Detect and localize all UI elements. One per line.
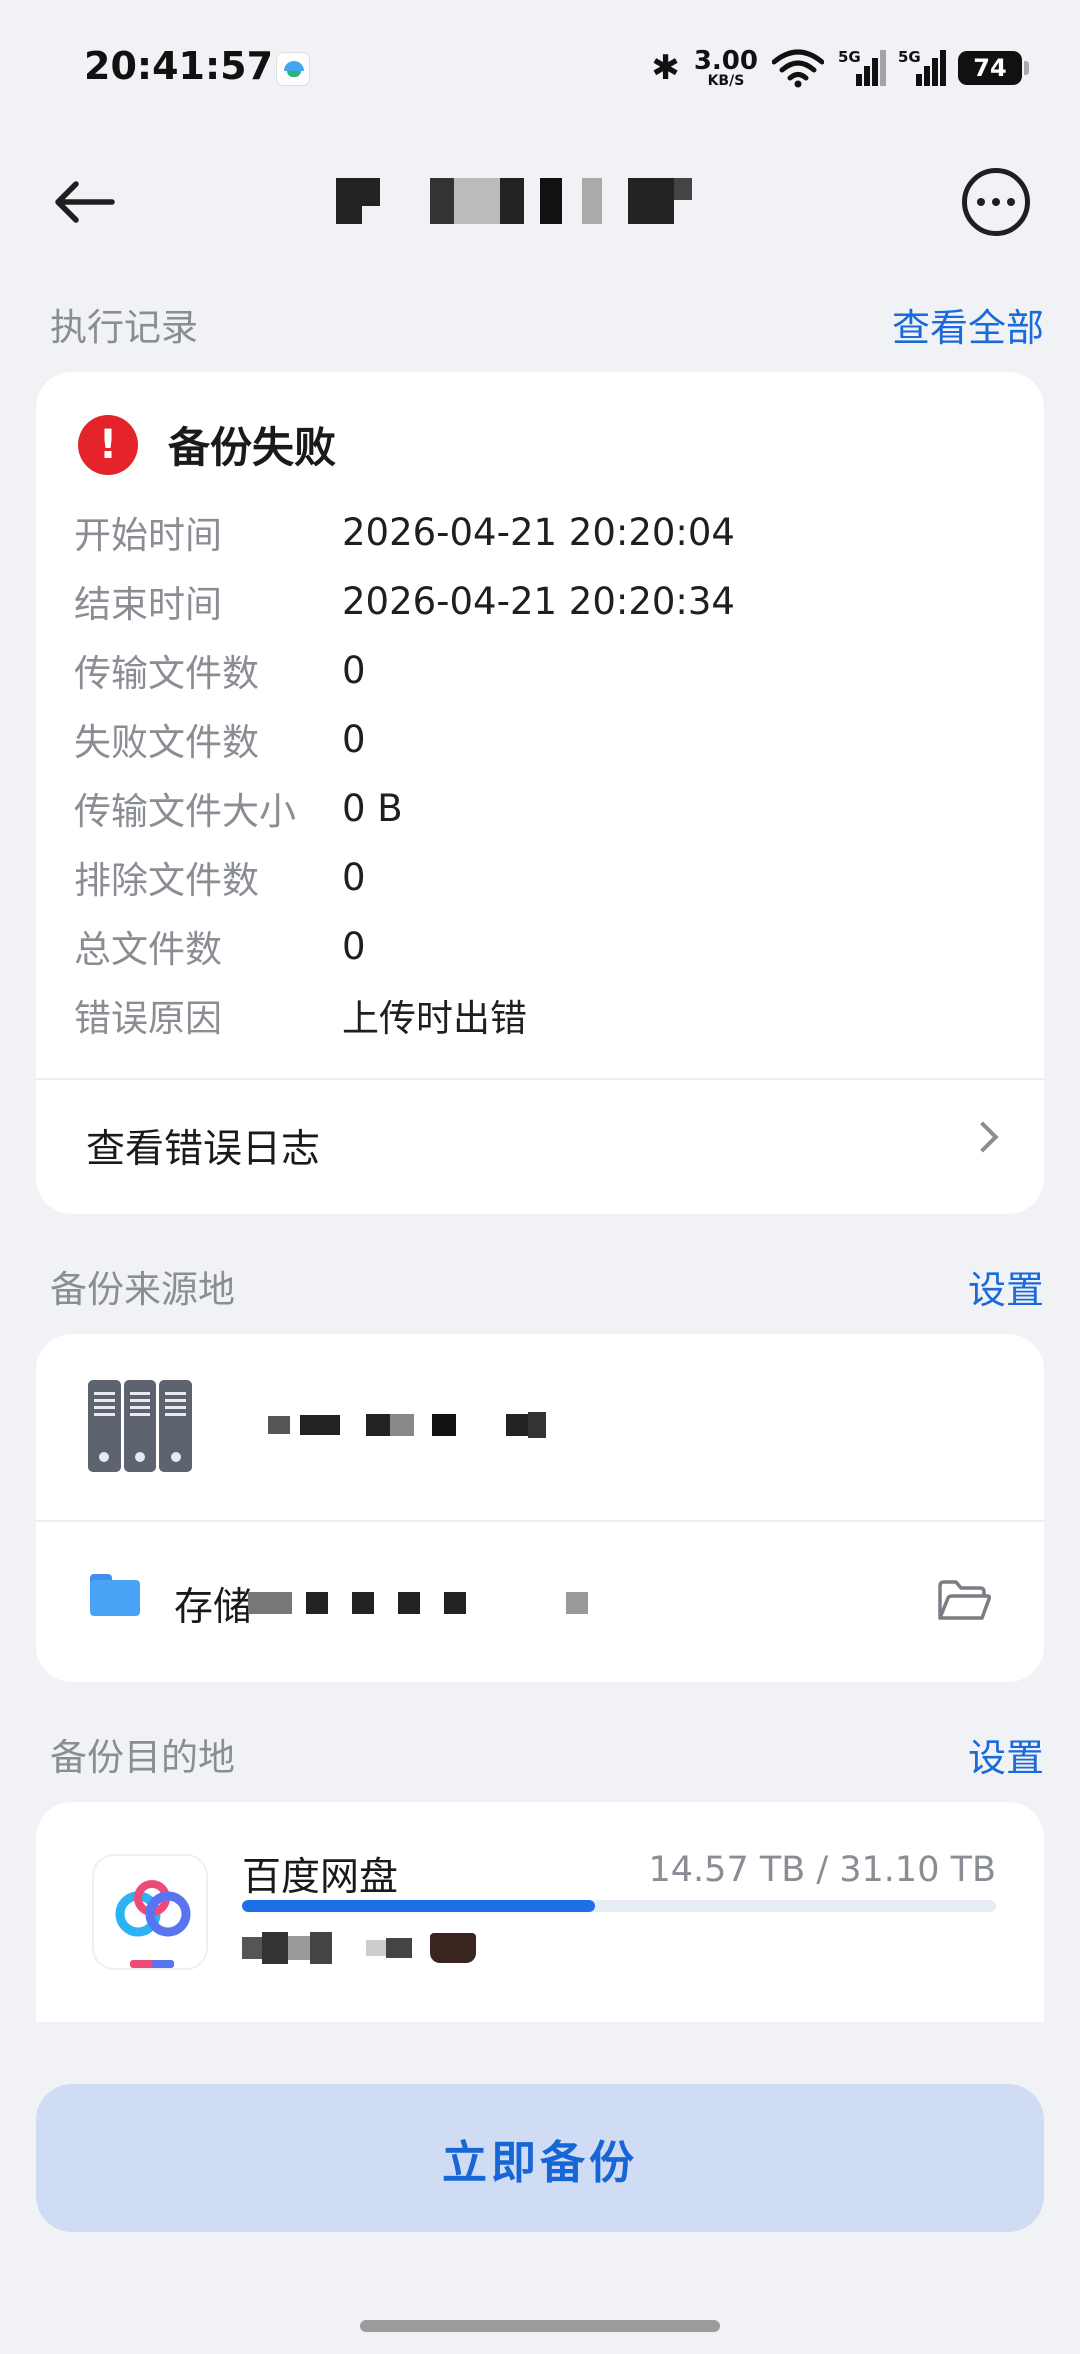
folder-icon xyxy=(90,1574,140,1616)
top-app-bar xyxy=(0,140,1080,256)
field-value: 2026-04-21 20:20:04 xyxy=(342,510,735,554)
field-label: 失败文件数 xyxy=(74,721,259,764)
backup-now-button[interactable]: 立即备份 xyxy=(36,2084,1044,2232)
baidu-netdisk-logo xyxy=(92,1854,208,1970)
battery-icon: 74 xyxy=(958,51,1029,85)
backup-status-row: ! 备份失败 xyxy=(78,414,336,475)
folder-open-icon[interactable] xyxy=(936,1578,992,1624)
page-title-redacted xyxy=(336,178,756,224)
destination-section-title: 备份目的地 xyxy=(50,1736,235,1779)
status-time: 20:41:57 xyxy=(84,44,274,88)
backup-status-text: 备份失败 xyxy=(168,423,337,472)
field-label: 排除文件数 xyxy=(74,859,259,902)
field-label: 开始时间 xyxy=(74,514,222,557)
storage-quota: 14.57 TB / 31.10 TB xyxy=(648,1850,996,1890)
field-label: 传输文件大小 xyxy=(74,790,296,833)
error-log-label: 查看错误日志 xyxy=(86,1127,321,1172)
wifi-icon xyxy=(772,49,824,88)
nas-server-icon xyxy=(88,1380,193,1472)
chevron-right-icon xyxy=(967,1121,999,1153)
more-dot xyxy=(992,198,1000,206)
destination-section-header: 备份目的地 设置 xyxy=(50,1724,1044,1784)
storage-usage-bar xyxy=(242,1900,996,1912)
source-folder-row[interactable]: 存储 xyxy=(36,1522,1044,1682)
field-excluded-files: 排除文件数 0 xyxy=(74,849,366,905)
home-indicator[interactable] xyxy=(360,2320,720,2332)
field-error-reason: 错误原因 上传时出错 xyxy=(74,987,527,1043)
back-arrow-icon xyxy=(55,181,115,223)
more-dot xyxy=(977,198,985,206)
field-transfer-size: 传输文件大小 0 B xyxy=(74,780,403,836)
cell-signal-icon: 5G xyxy=(838,48,886,88)
field-end-time: 结束时间 2026-04-21 20:20:34 xyxy=(74,573,735,629)
field-value: 0 xyxy=(342,717,366,761)
field-label: 总文件数 xyxy=(74,928,222,971)
source-folder-path: 存储 xyxy=(174,1585,253,1630)
network-speed: 3.00 KB/S xyxy=(694,48,758,88)
execution-section-title: 执行记录 xyxy=(50,306,198,349)
field-value: 0 xyxy=(342,648,366,692)
signal-type-label-2: 5G xyxy=(898,48,921,66)
error-log-row[interactable]: 查看错误日志 xyxy=(36,1080,1044,1208)
account-name-redacted xyxy=(242,1928,476,1968)
destination-settings-link[interactable]: 设置 xyxy=(968,1727,1044,1782)
network-speed-value: 3.00 xyxy=(693,46,758,76)
field-total-files: 总文件数 0 xyxy=(74,918,366,974)
app-notification-icon xyxy=(276,52,310,86)
field-label: 错误原因 xyxy=(74,997,222,1040)
source-section-header: 备份来源地 设置 xyxy=(50,1256,1044,1316)
source-section-title: 备份来源地 xyxy=(50,1268,235,1311)
execution-section-header: 执行记录 查看全部 xyxy=(50,294,1044,354)
signal-type-label: 5G xyxy=(838,48,861,66)
back-button[interactable] xyxy=(48,174,120,230)
more-options-button[interactable] xyxy=(962,168,1030,236)
view-all-link[interactable]: 查看全部 xyxy=(892,297,1044,352)
field-failed-files: 失败文件数 0 xyxy=(74,711,366,767)
backup-destination-card[interactable]: 百度网盘 14.57 TB / 31.10 TB xyxy=(36,1802,1044,2022)
status-bar: 20:41:57 ✱ 3.00 KB/S 5G 5G 74 xyxy=(0,0,1080,140)
source-device-row[interactable] xyxy=(36,1334,1044,1520)
bluetooth-icon: ✱ xyxy=(651,48,680,88)
field-value: 上传时出错 xyxy=(342,997,527,1040)
source-settings-link[interactable]: 设置 xyxy=(968,1259,1044,1314)
network-speed-unit: KB/S xyxy=(707,73,745,89)
storage-usage-fill xyxy=(242,1900,596,1912)
status-indicators: ✱ 3.00 KB/S 5G 5G 74 xyxy=(651,44,1029,92)
field-label: 结束时间 xyxy=(74,583,222,626)
execution-record-card: ! 备份失败 开始时间 2026-04-21 20:20:04 结束时间 202… xyxy=(36,372,1044,1214)
field-label: 传输文件数 xyxy=(74,652,259,695)
cell-signal-icon-2: 5G xyxy=(898,48,946,88)
source-device-name-redacted xyxy=(268,1412,546,1438)
field-value: 2026-04-21 20:20:34 xyxy=(342,579,735,623)
field-value: 0 B xyxy=(342,786,403,830)
destination-service-name: 百度网盘 xyxy=(242,1855,399,1900)
field-start-time: 开始时间 2026-04-21 20:20:04 xyxy=(74,504,735,560)
field-value: 0 xyxy=(342,924,366,968)
more-dot xyxy=(1007,198,1015,206)
error-icon: ! xyxy=(78,414,138,475)
source-folder-path-redacted xyxy=(248,1590,588,1616)
field-transferred-files: 传输文件数 0 xyxy=(74,642,366,698)
field-value: 0 xyxy=(342,855,366,899)
backup-source-card: 存储 xyxy=(36,1334,1044,1682)
